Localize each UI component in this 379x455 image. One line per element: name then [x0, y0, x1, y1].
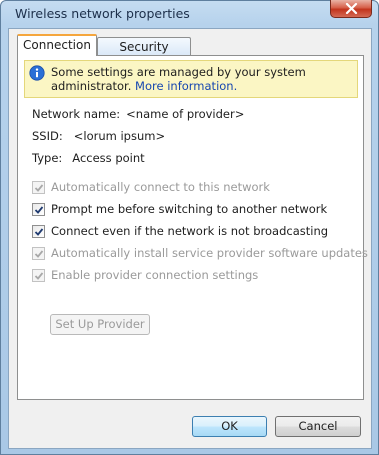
- auto-connect-label: Automatically connect to this network: [51, 180, 270, 194]
- auto-install-updates-checkbox[interactable]: [32, 247, 45, 260]
- tab-connection[interactable]: Connection: [17, 34, 97, 56]
- prompt-switching-label: Prompt me before switching to another ne…: [51, 202, 328, 216]
- tab-security[interactable]: Security: [97, 37, 191, 57]
- connection-panel: Some settings are managed by your system…: [17, 55, 368, 400]
- prompt-switching-checkbox[interactable]: [32, 203, 45, 216]
- auto-install-updates-label: Automatically install service provider s…: [51, 246, 368, 260]
- type-value: Access point: [72, 151, 145, 165]
- checkmark-icon: [34, 206, 44, 214]
- cancel-button[interactable]: Cancel: [275, 416, 361, 437]
- checkmark-icon: [34, 250, 44, 258]
- checkmark-icon: [34, 184, 44, 192]
- network-name-label: Network name:: [32, 107, 121, 121]
- enable-provider-settings-checkbox[interactable]: [32, 269, 45, 282]
- connect-not-broadcasting-label: Connect even if the network is not broad…: [51, 224, 329, 238]
- type-label: Type:: [32, 151, 63, 165]
- more-information-link[interactable]: More information.: [135, 79, 237, 93]
- info-message: Some settings are managed by your system…: [51, 65, 351, 93]
- ssid-row: SSID: <lorum ipsum>: [32, 129, 165, 143]
- admin-info-bar: Some settings are managed by your system…: [24, 60, 358, 98]
- checkmark-icon: [34, 228, 44, 236]
- dialog-window: Wireless network properties Connection S…: [0, 0, 379, 455]
- ok-button[interactable]: OK: [192, 416, 267, 437]
- set-up-provider-button[interactable]: Set Up Provider: [50, 314, 150, 335]
- close-icon: [345, 3, 358, 14]
- network-name-value: <name of provider>: [126, 107, 245, 121]
- window-title: Wireless network properties: [15, 6, 190, 21]
- ssid-label: SSID:: [32, 129, 63, 143]
- dialog-client-area: Connection Security Some settings are ma…: [8, 28, 372, 449]
- title-bar[interactable]: Wireless network properties: [1, 0, 378, 27]
- ssid-value: <lorum ipsum>: [73, 129, 166, 143]
- close-button[interactable]: [330, 0, 372, 18]
- auto-connect-checkbox[interactable]: [32, 181, 45, 194]
- info-icon: [29, 65, 45, 81]
- connect-not-broadcasting-checkbox[interactable]: [32, 225, 45, 238]
- type-row: Type: Access point: [32, 151, 145, 165]
- enable-provider-settings-label: Enable provider connection settings: [51, 268, 259, 282]
- checkmark-icon: [34, 272, 44, 280]
- network-name-row: Network name: <name of provider>: [32, 107, 244, 121]
